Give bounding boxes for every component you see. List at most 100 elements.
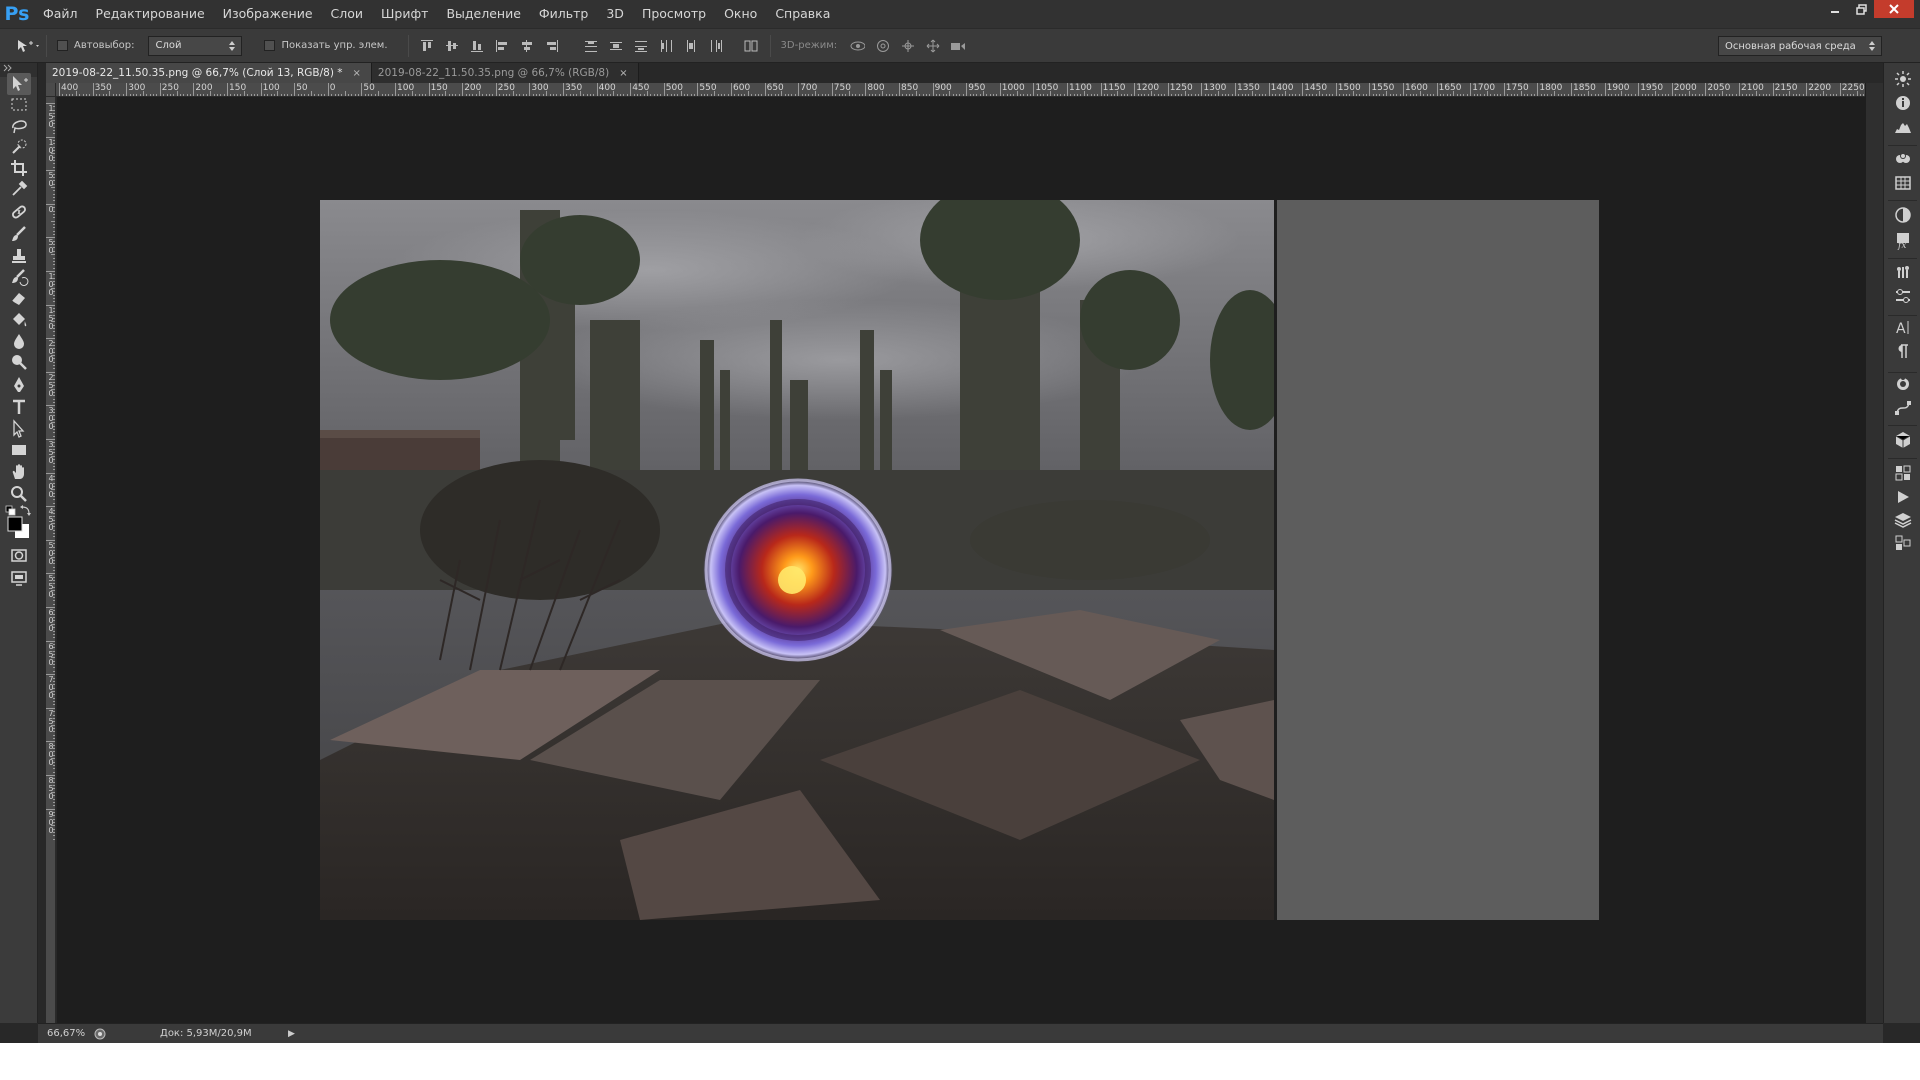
move-tool[interactable]: [7, 73, 31, 95]
align-hcenter-icon[interactable]: [520, 38, 535, 54]
eyedropper-tool[interactable]: [7, 178, 31, 200]
menu-3d[interactable]: 3D: [597, 0, 633, 28]
lasso-tool[interactable]: [7, 115, 31, 137]
close-button[interactable]: [1874, 0, 1914, 18]
ruler-label: 1200: [1136, 83, 1160, 93]
ruler-origin[interactable]: [46, 83, 56, 97]
channels-panel-button[interactable]: [1893, 533, 1913, 553]
vertical-ruler[interactable]: 1501005005010015020025030035040045050055…: [46, 97, 56, 1023]
zoom-tool[interactable]: [7, 483, 31, 505]
distribute-hcenter-icon[interactable]: [684, 38, 699, 54]
3d-orbit-icon[interactable]: [850, 38, 866, 54]
actions-panel-button[interactable]: [1893, 487, 1913, 507]
align-bottom-icon[interactable]: [470, 38, 485, 54]
show-transform-checkbox[interactable]: [264, 40, 276, 51]
zoom-level[interactable]: 66,67%: [38, 1028, 88, 1039]
document-info-icon[interactable]: [94, 1028, 106, 1040]
history-brush-tool[interactable]: [7, 266, 31, 288]
dodge-tool[interactable]: [7, 351, 31, 373]
brush-presets-panel-button[interactable]: [1893, 261, 1913, 281]
layers-panel-button[interactable]: [1893, 510, 1913, 530]
workspace-switcher[interactable]: Основная рабочая среда: [1718, 36, 1882, 56]
color-panel-button[interactable]: [1893, 69, 1913, 89]
menu-select[interactable]: Выделение: [437, 0, 529, 28]
paint-bucket-tool[interactable]: [7, 309, 31, 331]
path-selection-tool[interactable]: [7, 418, 31, 440]
info-panel-button[interactable]: [1893, 93, 1913, 113]
clone-source-panel-button[interactable]: [1893, 286, 1913, 306]
ruler-major-tick: [227, 83, 228, 96]
menu-window[interactable]: Окно: [715, 0, 766, 28]
blur-tool[interactable]: [7, 330, 31, 352]
quick-mask-button[interactable]: [7, 545, 31, 567]
autoselect-dropdown[interactable]: Слой: [148, 35, 243, 56]
clone-stamp-tool[interactable]: [7, 245, 31, 267]
eraser-tool[interactable]: [7, 287, 31, 309]
autoselect-checkbox[interactable]: [57, 40, 68, 51]
adjustments-icon: [1895, 207, 1911, 223]
minimize-button[interactable]: [1822, 0, 1848, 18]
hand-tool[interactable]: [7, 461, 31, 483]
paragraph-panel-button[interactable]: [1893, 341, 1913, 361]
tool-preset-picker[interactable]: [14, 38, 40, 54]
document-tab[interactable]: 2019-08-22_11.50.35.png @ 66,7% (RGB/8) …: [371, 63, 639, 83]
paths-panel-button[interactable]: [1893, 398, 1913, 418]
3d-pan-icon[interactable]: [900, 38, 915, 54]
align-right-icon[interactable]: [545, 38, 560, 54]
canvas-empty-area[interactable]: [1277, 200, 1599, 920]
tab-close-icon[interactable]: ×: [353, 68, 361, 79]
menu-edit[interactable]: Редактирование: [87, 0, 214, 28]
menu-view[interactable]: Просмотр: [633, 0, 715, 28]
distribute-bottom-icon[interactable]: [634, 38, 649, 54]
menu-layers[interactable]: Слои: [322, 0, 373, 28]
crop-tool[interactable]: [7, 157, 31, 179]
ruler-minor-tick: [53, 213, 55, 215]
ruler-label: 50: [48, 238, 54, 256]
healing-brush-tool[interactable]: [7, 201, 31, 223]
autoselect-value: Слой: [155, 40, 182, 51]
swatches-panel-button[interactable]: [1893, 173, 1913, 193]
3d-panel-button[interactable]: [1893, 374, 1913, 394]
rectangle-tool[interactable]: [7, 439, 31, 461]
vertical-scrollbar[interactable]: [1865, 83, 1883, 1023]
menu-type[interactable]: Шрифт: [372, 0, 437, 28]
color-swatches[interactable]: [5, 505, 35, 539]
horizontal-ruler[interactable]: 400 350 300 250 200 150 100 50 0 50 100 150 200 250 30…: [56, 83, 1865, 97]
document-canvas[interactable]: [320, 200, 1274, 920]
restore-button[interactable]: [1848, 0, 1874, 18]
styles-panel-button[interactable]: [1893, 149, 1913, 169]
align-top-icon[interactable]: [420, 38, 435, 54]
brush-tool-icon: [12, 226, 26, 241]
distribute-top-icon[interactable]: [584, 38, 599, 54]
align-vcenter-icon[interactable]: [445, 38, 460, 54]
distribute-vcenter-icon[interactable]: [609, 38, 624, 54]
ruler-label: 100: [262, 83, 280, 93]
layer-styles-panel-button[interactable]: fx: [1893, 230, 1913, 250]
menu-image[interactable]: Изображение: [214, 0, 322, 28]
distribute-right-icon[interactable]: [709, 38, 724, 54]
3d-scale-icon[interactable]: [950, 38, 966, 54]
type-tool[interactable]: [7, 396, 31, 418]
menu-help[interactable]: Справка: [766, 0, 839, 28]
auto-align-icon[interactable]: [744, 38, 759, 54]
canvas-workspace[interactable]: [57, 97, 1865, 1023]
pen-tool[interactable]: [7, 374, 31, 396]
layer-comps-panel-button[interactable]: [1893, 463, 1913, 483]
align-left-icon[interactable]: [495, 38, 510, 54]
brush-tool[interactable]: [7, 223, 31, 245]
document-tab-active[interactable]: 2019-08-22_11.50.35.png @ 66,7% (Слой 13…: [46, 63, 372, 83]
marquee-tool[interactable]: [7, 94, 31, 116]
status-menu-arrow-icon[interactable]: ▶: [288, 1029, 295, 1039]
3d-roll-icon[interactable]: [875, 38, 890, 54]
3d-cube-panel-button[interactable]: [1893, 430, 1913, 450]
quick-selection-tool[interactable]: [7, 136, 31, 158]
histogram-panel-button[interactable]: [1893, 117, 1913, 137]
adjustments-panel-button[interactable]: [1893, 205, 1913, 225]
menu-filter[interactable]: Фильтр: [530, 0, 597, 28]
character-panel-button[interactable]: A: [1893, 317, 1913, 337]
screen-mode-button[interactable]: [7, 567, 31, 589]
3d-slide-icon[interactable]: [925, 38, 940, 54]
tab-close-icon[interactable]: ×: [619, 68, 627, 79]
distribute-left-icon[interactable]: [659, 38, 674, 54]
menu-file[interactable]: Файл: [34, 0, 87, 28]
